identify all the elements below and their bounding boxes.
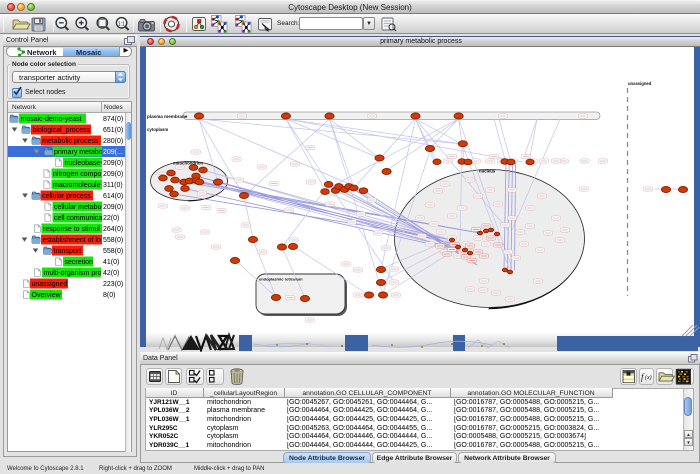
svg-text:42(0): 42(0) <box>103 270 119 277</box>
svg-text:nitrogen compo: nitrogen compo <box>53 171 101 178</box>
svg-text:(x): (x) <box>645 374 652 381</box>
svg-text:558(0): 558(0) <box>103 248 123 255</box>
svg-text:Overview: Overview <box>32 292 62 299</box>
svg-text:response to stimul: response to stimul <box>43 226 100 233</box>
svg-text:614(0): 614(0) <box>103 193 123 200</box>
svg-text:nucleus: nucleus <box>479 169 496 174</box>
svg-text:macromolecule: macromolecule <box>53 182 101 189</box>
svg-text:multi-organism pro: multi-organism pro <box>44 270 102 277</box>
svg-text:874(0): 874(0) <box>103 116 123 123</box>
svg-text:209(...: 209(... <box>103 149 123 156</box>
svg-text:cellular process: cellular process <box>42 193 91 200</box>
svg-text:311(0): 311(0) <box>103 182 123 189</box>
svg-text:22(0): 22(0) <box>103 215 119 222</box>
svg-text:biological_process: biological_process <box>33 127 91 134</box>
svg-text:209(0): 209(0) <box>103 204 123 211</box>
svg-text:primary metabo: primary metabo <box>54 149 103 156</box>
svg-text:unassigned: unassigned <box>32 281 68 288</box>
svg-text:secretion: secretion <box>65 259 94 266</box>
svg-text:mitochondrion: mitochondrion <box>173 161 203 166</box>
svg-text:cellular metabol: cellular metabol <box>54 204 103 211</box>
svg-text:transport: transport <box>54 248 82 255</box>
svg-text:41(0): 41(0) <box>103 259 119 266</box>
svg-text:metabolic process: metabolic process <box>42 138 99 145</box>
svg-text:endoplasmic reticulum: endoplasmic reticulum <box>259 277 303 282</box>
svg-text:cytoplasm: cytoplasm <box>147 127 168 132</box>
svg-text:264(0): 264(0) <box>103 226 123 233</box>
svg-text:establishment of lo: establishment of lo <box>43 237 101 244</box>
svg-text:cell communicat: cell communicat <box>54 215 104 222</box>
svg-text:8(0): 8(0) <box>103 292 115 299</box>
svg-text:223(0): 223(0) <box>103 281 123 288</box>
svg-text:209(0): 209(0) <box>103 171 123 178</box>
svg-text:nucleobase-: nucleobase- <box>65 160 104 167</box>
svg-text:651(0): 651(0) <box>103 127 123 134</box>
svg-text:280(0): 280(0) <box>103 138 123 145</box>
svg-text:unassigned: unassigned <box>628 81 652 86</box>
svg-text:mosaic-demo-yeast: mosaic-demo-yeast <box>21 116 82 123</box>
svg-text:1:1: 1:1 <box>118 21 125 27</box>
svg-text:plasma membrane: plasma membrane <box>147 114 188 119</box>
svg-text:558(0): 558(0) <box>103 237 123 244</box>
svg-text:209(0): 209(0) <box>103 160 123 167</box>
